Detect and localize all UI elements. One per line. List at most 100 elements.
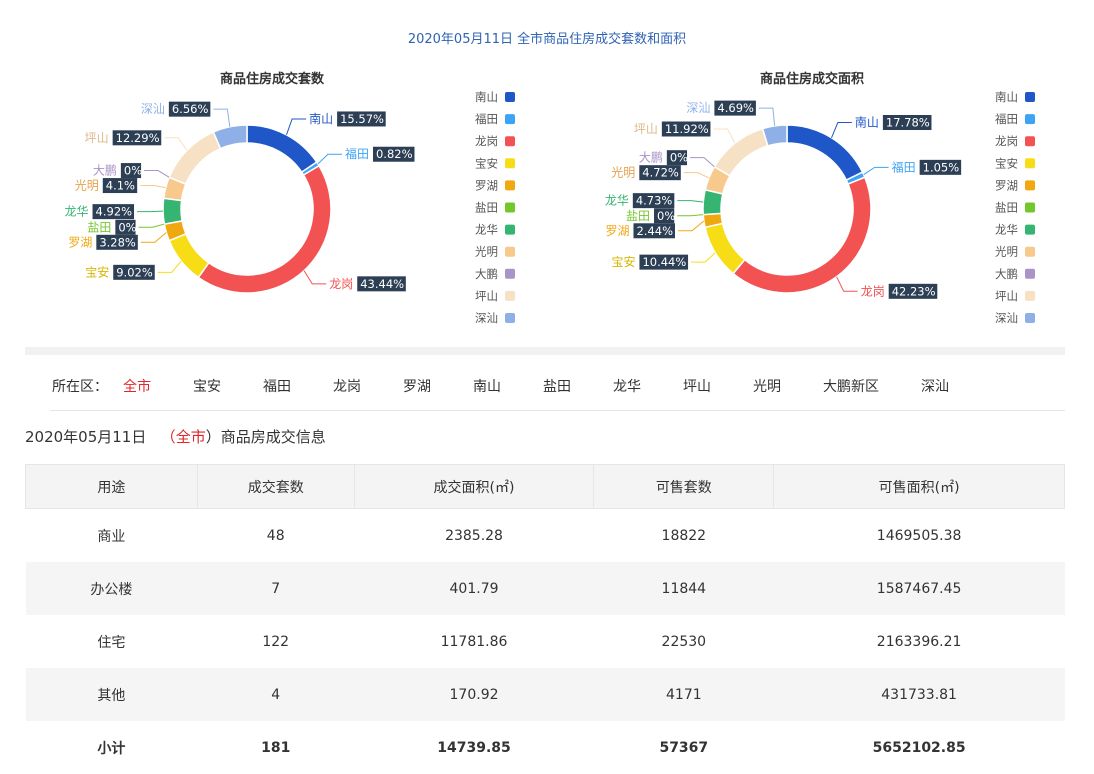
donut-slice-10[interactable] bbox=[763, 125, 787, 146]
label-line-8 bbox=[690, 158, 714, 167]
legend-swatch-8[interactable] bbox=[1025, 269, 1035, 279]
slice-label-name-9: 坪山 bbox=[85, 131, 109, 145]
slice-label-name-4: 罗湖 bbox=[605, 223, 629, 238]
legend-swatch-6[interactable] bbox=[505, 225, 515, 235]
section-divider bbox=[25, 347, 1065, 355]
table-header-cell: 成交套数 bbox=[197, 465, 354, 509]
table-cell: 18822 bbox=[594, 509, 774, 563]
legend-swatch-10[interactable] bbox=[1025, 313, 1035, 323]
donut-slice-9[interactable] bbox=[714, 129, 767, 176]
slice-label-name-5: 盐田 bbox=[626, 209, 650, 223]
donut-slice-3[interactable] bbox=[705, 223, 745, 273]
donut-svg: 商品住房成交套数南山15.57%福田0.82%龙岗43.44%深汕6.56%坪山… bbox=[0, 62, 530, 337]
donut-slice-10[interactable] bbox=[213, 125, 247, 149]
legend-label-1: 福田 bbox=[995, 112, 1018, 126]
label-line-3 bbox=[691, 253, 715, 262]
legend-swatch-2[interactable] bbox=[505, 136, 515, 146]
label-line-10 bbox=[213, 109, 229, 127]
label-line-9 bbox=[164, 138, 187, 151]
legend-swatch-6[interactable] bbox=[1025, 225, 1035, 235]
slice-label-value-10: 6.56% bbox=[172, 102, 209, 116]
legend-label-4: 罗湖 bbox=[475, 178, 498, 192]
district-item-8[interactable]: 坪山 bbox=[683, 376, 711, 396]
district-item-1[interactable]: 宝安 bbox=[193, 376, 221, 396]
district-item-2[interactable]: 福田 bbox=[263, 376, 291, 396]
legend-swatch-3[interactable] bbox=[505, 158, 515, 168]
district-item-6[interactable]: 盐田 bbox=[543, 376, 571, 396]
legend-swatch-7[interactable] bbox=[1025, 247, 1035, 257]
table-row: 办公楼7401.79118441587467.45 bbox=[26, 562, 1065, 615]
legend-swatch-7[interactable] bbox=[505, 247, 515, 257]
table-cell: 14739.85 bbox=[354, 721, 594, 774]
slice-label-value-2: 42.23% bbox=[892, 284, 936, 298]
info-date: 2020年05月11日 bbox=[25, 428, 146, 446]
legend-swatch-9[interactable] bbox=[505, 291, 515, 301]
slice-label-name-0: 南山 bbox=[855, 115, 879, 130]
slice-label-value-6: 4.92% bbox=[96, 205, 133, 219]
label-line-10 bbox=[759, 108, 775, 126]
table-header-cell: 成交面积(㎡) bbox=[354, 465, 594, 509]
slice-label-name-8: 大鹏 bbox=[639, 151, 663, 165]
legend-swatch-5[interactable] bbox=[1025, 203, 1035, 213]
donut-slice-0[interactable] bbox=[247, 125, 317, 172]
table-cell: 22530 bbox=[594, 615, 774, 668]
table-row: 其他4170.924171431733.81 bbox=[26, 668, 1065, 721]
legend-label-6: 龙华 bbox=[995, 223, 1018, 237]
legend-label-3: 宝安 bbox=[475, 156, 498, 170]
legend-swatch-4[interactable] bbox=[505, 180, 515, 190]
slice-label-name-3: 宝安 bbox=[85, 264, 109, 279]
legend-label-2: 龙岗 bbox=[995, 134, 1018, 148]
district-item-9[interactable]: 光明 bbox=[753, 376, 781, 396]
donut-slice-6[interactable] bbox=[163, 198, 182, 224]
slice-label-value-9: 11.92% bbox=[665, 122, 709, 136]
info-suffix: 商品房成交信息 bbox=[221, 428, 326, 446]
donut-slice-9[interactable] bbox=[169, 132, 220, 184]
legend-swatch-0[interactable] bbox=[1025, 92, 1035, 102]
legend-swatch-4[interactable] bbox=[1025, 180, 1035, 190]
legend-label-9: 坪山 bbox=[475, 289, 498, 303]
table-cell: 7 bbox=[197, 562, 354, 615]
legend-swatch-1[interactable] bbox=[505, 114, 515, 124]
district-item-3[interactable]: 龙岗 bbox=[333, 376, 361, 396]
legend-label-8: 大鹏 bbox=[475, 267, 498, 281]
label-line-4 bbox=[678, 221, 704, 231]
district-item-5[interactable]: 南山 bbox=[473, 376, 501, 396]
label-line-2 bbox=[304, 271, 326, 284]
legend-label-8: 大鹏 bbox=[995, 267, 1018, 281]
chart-deal-area: 商品住房成交面积南山17.78%福田1.05%龙岗42.23%深汕4.69%坪山… bbox=[540, 62, 1070, 337]
table-cell: 办公楼 bbox=[26, 562, 198, 615]
slice-label-name-10: 深汕 bbox=[686, 101, 710, 115]
chart-title: 商品住房成交套数 bbox=[220, 71, 325, 87]
donut-slice-2[interactable] bbox=[198, 166, 331, 293]
district-item-10[interactable]: 大鹏新区 bbox=[823, 376, 879, 396]
legend-swatch-2[interactable] bbox=[1025, 136, 1035, 146]
legend-label-10: 深汕 bbox=[995, 311, 1018, 325]
slice-label-value-5: 0% bbox=[118, 220, 136, 234]
label-line-3 bbox=[158, 261, 181, 272]
legend-swatch-10[interactable] bbox=[505, 313, 515, 323]
district-item-4[interactable]: 罗湖 bbox=[403, 376, 431, 396]
label-line-5 bbox=[139, 224, 165, 227]
slice-label-name-7: 光明 bbox=[611, 166, 635, 180]
donut-slice-0[interactable] bbox=[787, 125, 863, 180]
data-table: 用途成交套数成交面积(㎡)可售套数可售面积(㎡) 商业482385.281882… bbox=[25, 464, 1065, 774]
district-item-7[interactable]: 龙华 bbox=[613, 376, 641, 396]
district-item-0[interactable]: 全市 bbox=[123, 376, 151, 396]
legend-swatch-1[interactable] bbox=[1025, 114, 1035, 124]
legend-swatch-5[interactable] bbox=[505, 203, 515, 213]
district-item-11[interactable]: 深汕 bbox=[921, 376, 949, 396]
label-line-0 bbox=[286, 119, 306, 135]
donut-slice-2[interactable] bbox=[733, 177, 871, 293]
label-line-4 bbox=[141, 232, 167, 242]
legend-label-4: 罗湖 bbox=[995, 178, 1018, 192]
legend-swatch-0[interactable] bbox=[505, 92, 515, 102]
slice-label-name-4: 罗湖 bbox=[68, 234, 92, 249]
slice-label-value-8: 0% bbox=[124, 164, 142, 178]
info-paren-open: （ bbox=[161, 428, 176, 446]
legend-swatch-8[interactable] bbox=[505, 269, 515, 279]
info-paren-close: ） bbox=[206, 428, 221, 446]
legend-swatch-3[interactable] bbox=[1025, 158, 1035, 168]
donut-slice-3[interactable] bbox=[169, 234, 209, 278]
legend-swatch-9[interactable] bbox=[1025, 291, 1035, 301]
label-line-9 bbox=[713, 129, 734, 143]
